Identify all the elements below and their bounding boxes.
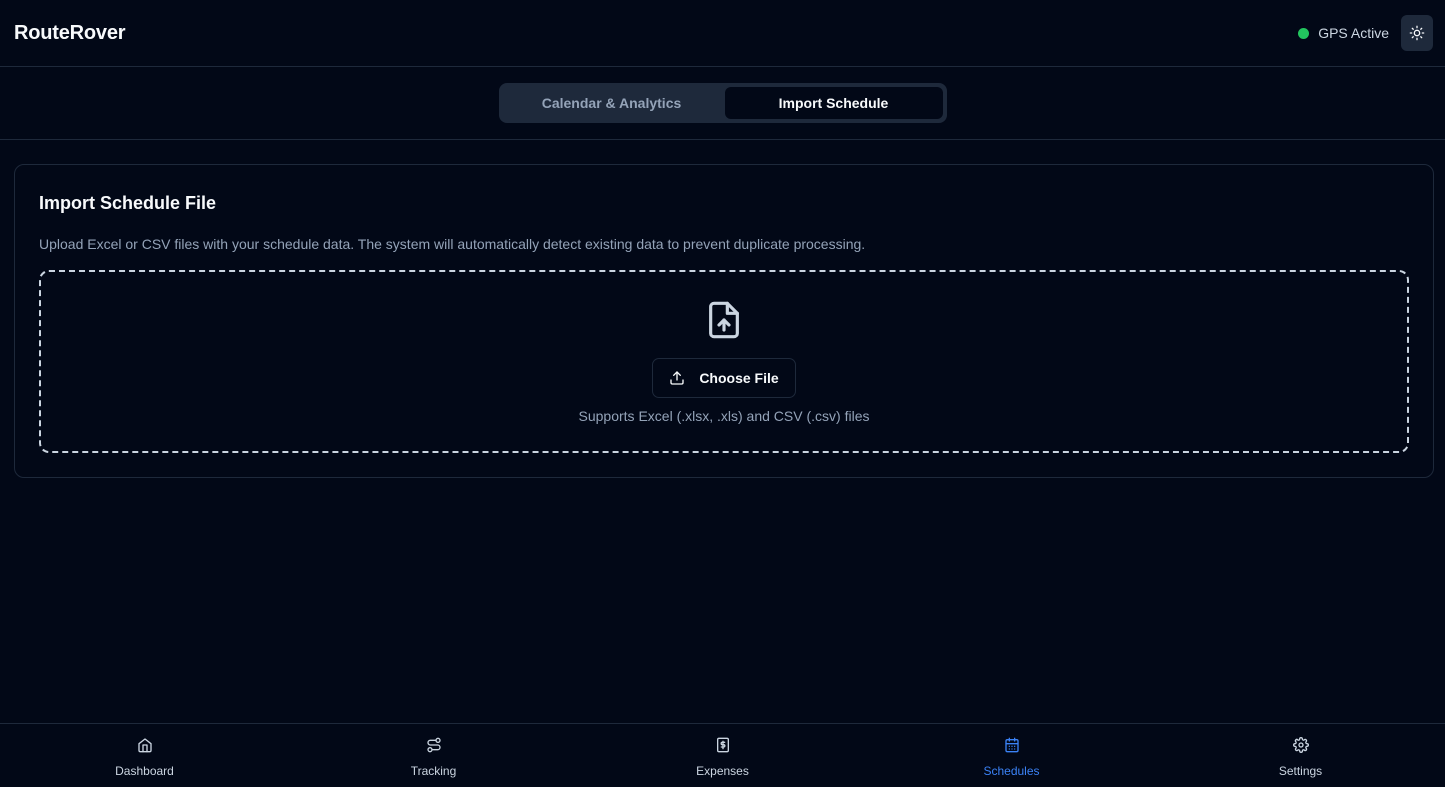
nav-label-settings: Settings: [1278, 764, 1323, 778]
header-actions: GPS Active: [1298, 15, 1433, 51]
nav-item-dashboard[interactable]: Dashboard: [0, 724, 289, 787]
sun-icon: [1409, 25, 1425, 41]
tab-import-schedule[interactable]: Import Schedule: [724, 87, 943, 119]
nav-item-settings[interactable]: Settings: [1156, 724, 1445, 787]
nav-item-expenses[interactable]: Expenses: [578, 724, 867, 787]
choose-file-button[interactable]: Choose File: [652, 358, 796, 398]
gps-status: GPS Active: [1298, 25, 1389, 41]
file-dropzone[interactable]: Choose File Supports Excel (.xlsx, .xls)…: [39, 270, 1409, 453]
receipt-dollar-icon: [716, 737, 729, 753]
view-tabs: Calendar & Analytics Import Schedule: [498, 83, 947, 123]
card-description: Upload Excel or CSV files with your sche…: [39, 236, 866, 252]
bottom-nav: Dashboard Tracking Expenses Schedules Se…: [0, 723, 1445, 787]
route-icon: [426, 737, 441, 753]
gps-status-dot: [1298, 27, 1310, 39]
nav-label-tracking: Tracking: [410, 764, 457, 778]
tabs-bar: Calendar & Analytics Import Schedule: [0, 67, 1445, 140]
card-title: Import Schedule File: [39, 193, 217, 213]
import-schedule-card: Import Schedule File Upload Excel or CSV…: [14, 164, 1434, 478]
calendar-icon: [1004, 737, 1019, 753]
nav-item-tracking[interactable]: Tracking: [289, 724, 578, 787]
app-title: RouteRover: [14, 21, 126, 44]
nav-label-schedules: Schedules: [983, 764, 1040, 778]
upload-icon: [670, 371, 684, 385]
file-upload-icon: [704, 296, 744, 344]
nav-label-dashboard: Dashboard: [115, 764, 174, 778]
nav-label-expenses: Expenses: [696, 764, 749, 778]
tab-calendar-analytics[interactable]: Calendar & Analytics: [503, 87, 721, 119]
gps-status-label: GPS Active: [1318, 25, 1389, 41]
gear-icon: [1292, 737, 1309, 753]
home-icon: [137, 738, 152, 753]
theme-toggle-button[interactable]: [1401, 15, 1433, 51]
nav-item-schedules[interactable]: Schedules: [867, 724, 1156, 787]
choose-file-label: Choose File: [699, 370, 779, 386]
supported-formats-text: Supports Excel (.xlsx, .xls) and CSV (.c…: [578, 408, 870, 424]
top-header: RouteRover GPS Active: [0, 0, 1445, 67]
